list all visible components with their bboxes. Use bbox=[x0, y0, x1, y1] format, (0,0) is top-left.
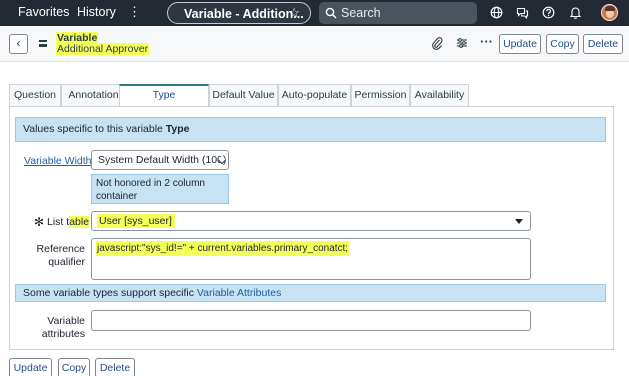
reference-qualifier-label: Reference qualifier bbox=[36, 243, 85, 268]
chat-icon[interactable] bbox=[516, 6, 529, 19]
required-star-icon: ✻ bbox=[34, 215, 45, 229]
tab-question[interactable]: Question bbox=[9, 84, 61, 106]
footer-copy-button[interactable]: Copy bbox=[58, 358, 90, 376]
variable-width-select[interactable]: System Default Width (100) % bbox=[91, 150, 229, 170]
tab-availability[interactable]: Availability bbox=[410, 84, 469, 106]
avatar-hair bbox=[605, 6, 615, 11]
type-info-strong: Type bbox=[165, 123, 190, 135]
context-tab-pill[interactable]: Variable - Addition... ☆ bbox=[167, 2, 311, 24]
globe-icon[interactable] bbox=[490, 6, 503, 19]
record-name-label: Additional Approver bbox=[56, 43, 150, 55]
more-icon[interactable]: ··· bbox=[480, 34, 493, 49]
search-placeholder: Search bbox=[341, 6, 381, 20]
chevron-left-icon: ‹ bbox=[16, 36, 21, 50]
footer-delete-button[interactable]: Delete bbox=[95, 358, 135, 376]
list-table-select[interactable]: User [sys_user] bbox=[91, 211, 531, 231]
paperclip-icon[interactable] bbox=[432, 37, 443, 50]
bell-icon[interactable] bbox=[569, 6, 582, 19]
hamburger-menu-icon[interactable] bbox=[39, 40, 47, 47]
help-icon[interactable] bbox=[542, 6, 555, 19]
attributes-info-text: Some variable types support specific bbox=[23, 287, 197, 299]
sliders-icon[interactable] bbox=[456, 37, 468, 49]
tab-annotation[interactable]: Annotation bbox=[61, 84, 126, 106]
list-table-value: User [sys_user] bbox=[97, 214, 175, 228]
variable-attributes-input[interactable] bbox=[91, 310, 531, 331]
delete-button[interactable]: Delete bbox=[583, 34, 623, 54]
back-button[interactable]: ‹ bbox=[9, 34, 28, 54]
user-avatar[interactable] bbox=[601, 4, 618, 21]
copy-button[interactable]: Copy bbox=[546, 34, 579, 54]
variable-width-note: Not honored in 2 column container bbox=[91, 174, 229, 204]
type-info-text: Values specific to this variable bbox=[23, 123, 166, 135]
search-icon bbox=[325, 7, 337, 19]
tab-permission[interactable]: Permission bbox=[351, 84, 410, 106]
history-menu[interactable]: History bbox=[77, 5, 116, 19]
tab-type-specifications[interactable]: Type Specifications bbox=[119, 84, 209, 120]
variable-attributes-link[interactable]: Variable Attributes bbox=[197, 287, 281, 299]
footer-update-button[interactable]: Update bbox=[9, 358, 52, 376]
tab-default-value[interactable]: Default Value bbox=[209, 84, 278, 106]
global-search-input[interactable]: Search bbox=[319, 2, 477, 24]
list-table-label-prefix: List t bbox=[47, 216, 70, 228]
reference-qualifier-value: javascript:"sys_id!=" + current.variable… bbox=[96, 241, 350, 256]
context-tab-title: Variable - Addition... bbox=[184, 7, 304, 21]
record-header: ‹ Variable Additional Approver ··· Updat… bbox=[0, 26, 629, 62]
star-icon[interactable]: ☆ bbox=[288, 5, 300, 21]
vertical-ellipsis-icon[interactable]: ⋮ bbox=[128, 4, 141, 20]
attributes-info-band: Some variable types support specific Var… bbox=[15, 284, 606, 302]
tab-auto-populate[interactable]: Auto-populate bbox=[278, 84, 351, 106]
caret-down-icon bbox=[515, 219, 523, 224]
list-table-label-highlight: able bbox=[69, 216, 90, 228]
top-navigation-bar: Favorites History ⋮ Variable - Addition.… bbox=[0, 0, 629, 26]
variable-width-value: System Default Width (100) % bbox=[98, 154, 229, 166]
favorites-menu[interactable]: Favorites bbox=[18, 5, 69, 19]
update-button[interactable]: Update bbox=[499, 34, 541, 54]
list-table-label: List table bbox=[47, 216, 90, 228]
reference-qualifier-textarea[interactable]: javascript:"sys_id!=" + current.variable… bbox=[91, 238, 531, 280]
type-info-band: Values specific to this variable Type bbox=[15, 117, 606, 142]
variable-width-label[interactable]: Variable Width bbox=[24, 155, 92, 167]
variable-attributes-label: Variable attributes bbox=[41, 315, 85, 340]
